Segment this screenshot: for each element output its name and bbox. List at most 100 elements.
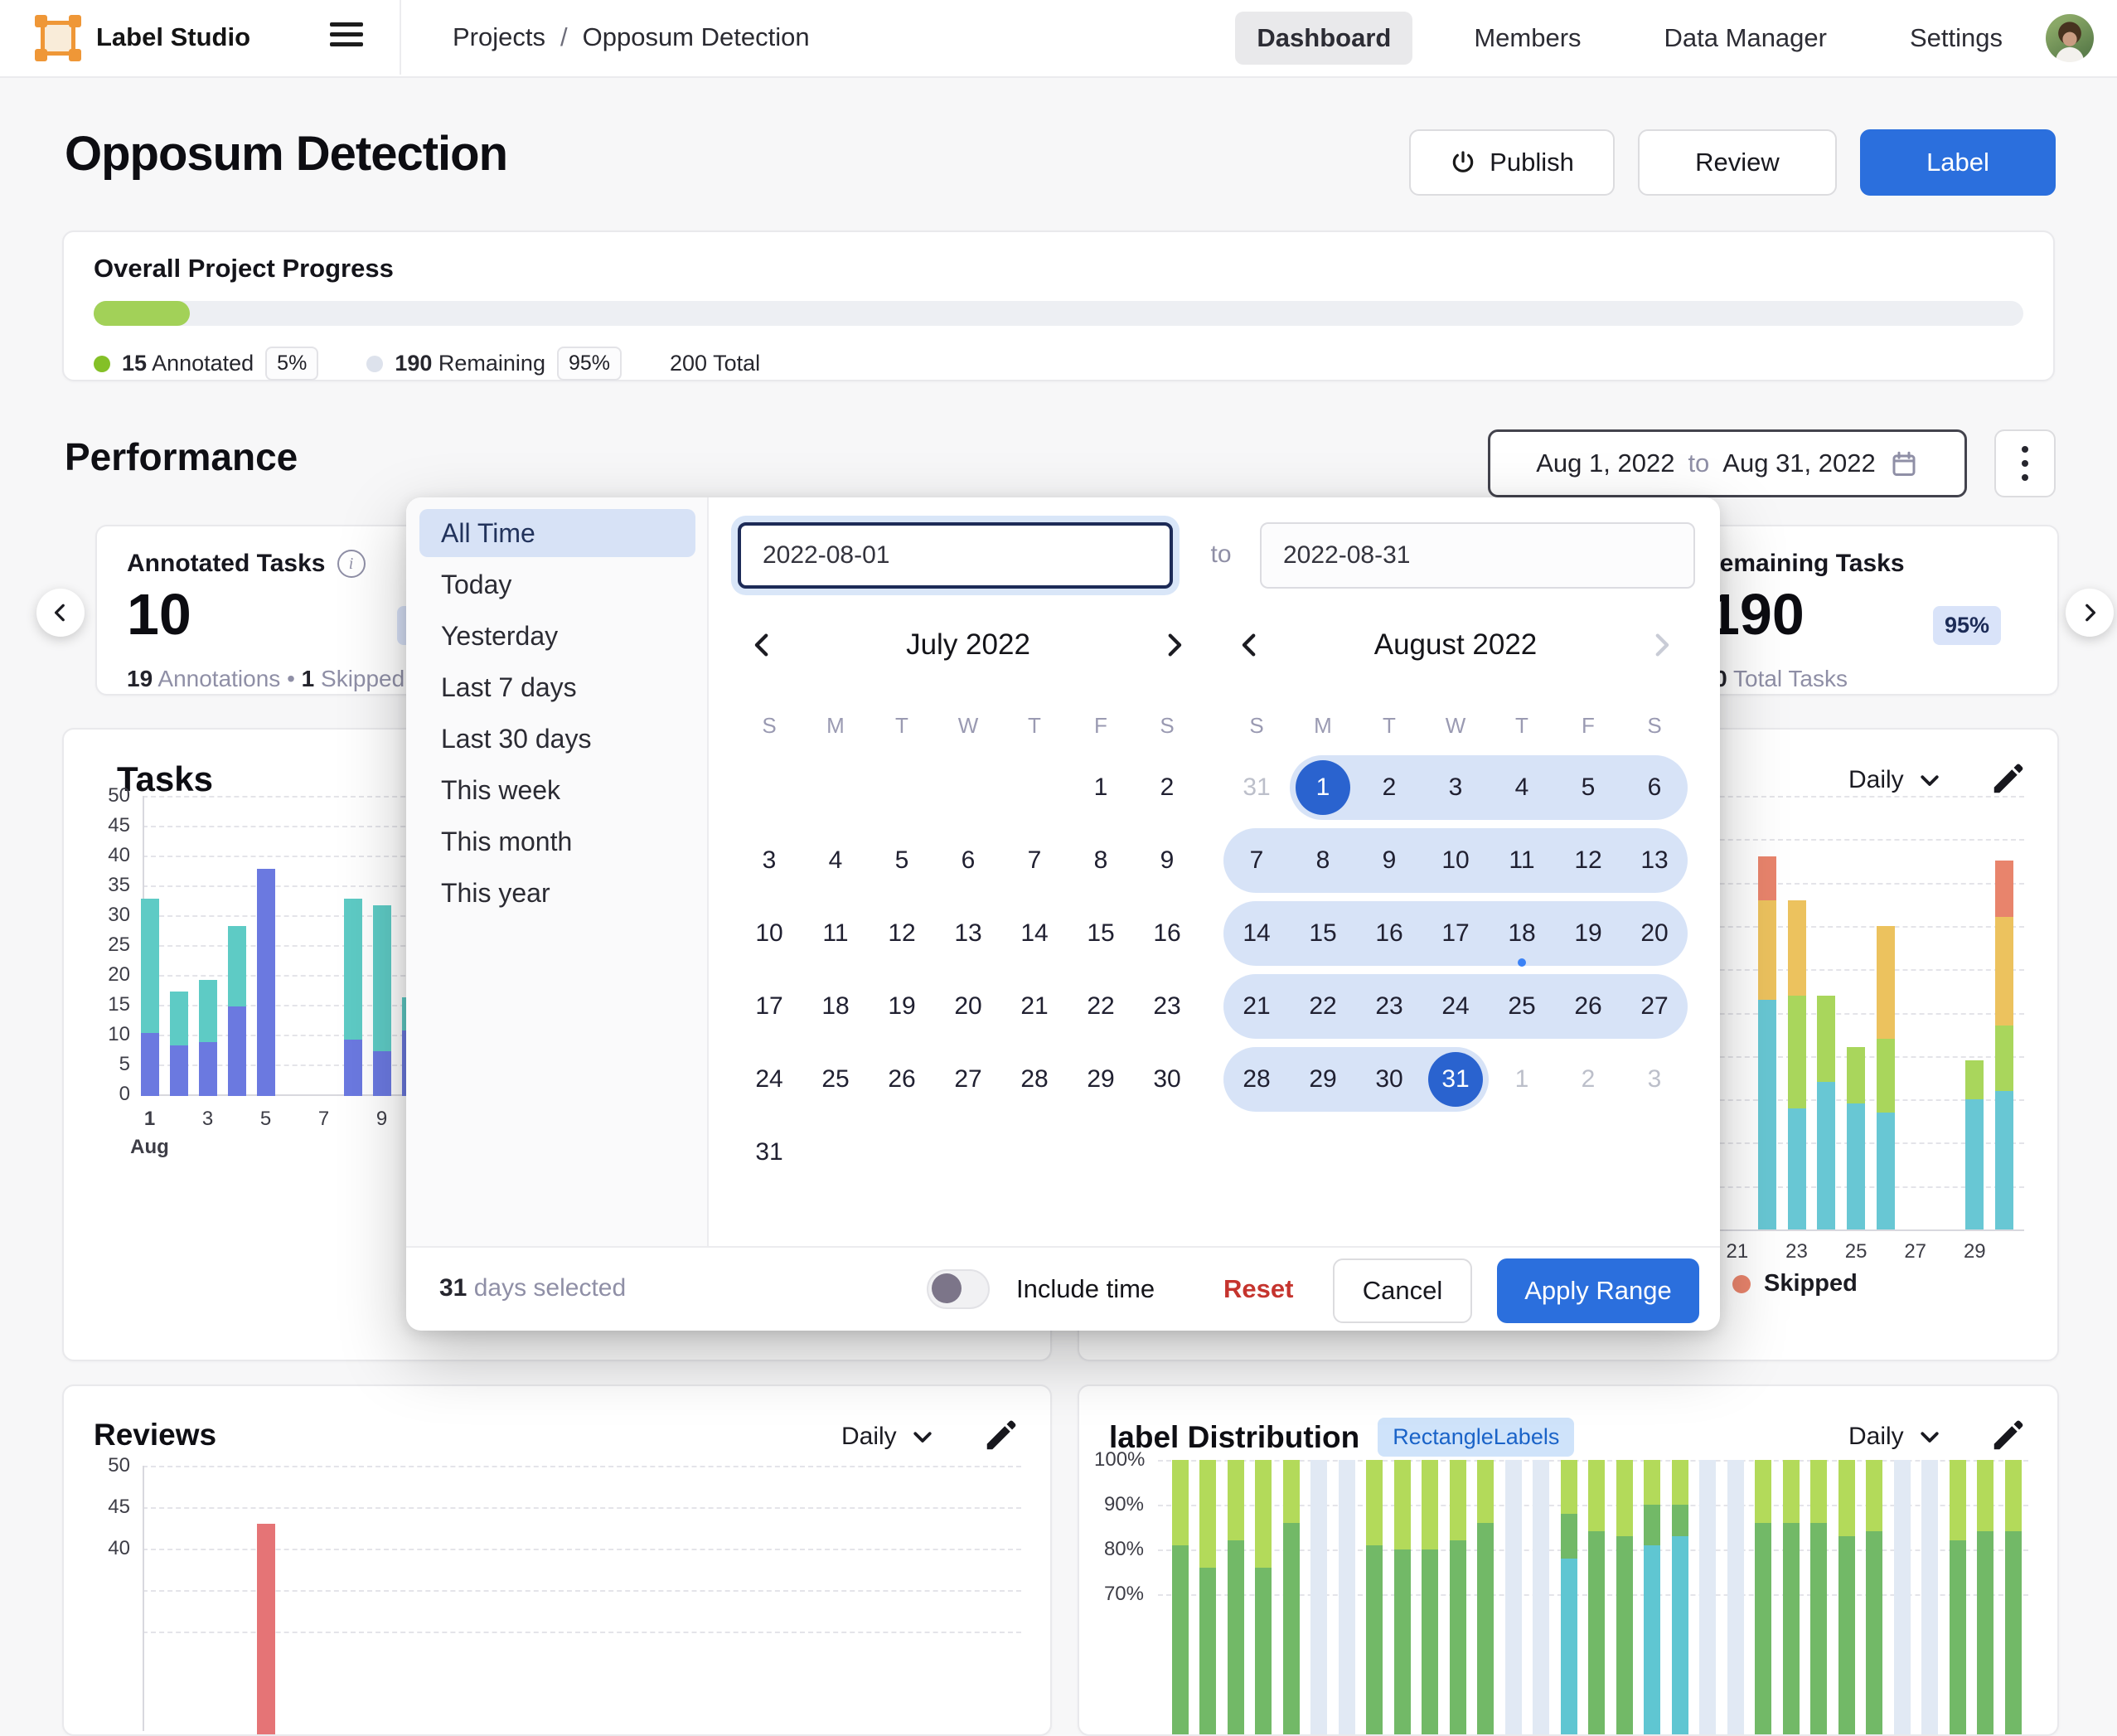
calendar-day-23[interactable]: 23	[1356, 970, 1422, 1043]
calendar-day-2[interactable]: 2	[1356, 751, 1422, 824]
calendar-day-26[interactable]: 26	[1555, 970, 1621, 1043]
calendar-day-31[interactable]: 31	[1422, 1043, 1489, 1116]
calendar-day-7[interactable]: 7	[1223, 824, 1290, 897]
include-time-toggle[interactable]	[927, 1269, 990, 1309]
calendar-day-17[interactable]: 17	[1422, 897, 1489, 970]
nav-tab-data-manager[interactable]: Data Manager	[1643, 12, 1848, 65]
nav-tab-members[interactable]: Members	[1452, 12, 1602, 65]
calendar-day-20[interactable]: 20	[1621, 897, 1688, 970]
skipped-legend-label: Skipped	[1764, 1270, 1858, 1297]
preset-last-30-days[interactable]: Last 30 days	[419, 715, 695, 763]
calendar-day-27[interactable]: 27	[935, 1043, 1001, 1116]
calendar-day-12[interactable]: 12	[869, 897, 935, 970]
calendar-day-22[interactable]: 22	[1068, 970, 1134, 1043]
breadcrumb-projects[interactable]: Projects	[453, 22, 545, 52]
calendar-day-3[interactable]: 3	[736, 824, 802, 897]
calendar-day-9[interactable]: 9	[1356, 824, 1422, 897]
calendar-day-15[interactable]: 15	[1068, 897, 1134, 970]
calendar-day-6[interactable]: 6	[1621, 751, 1688, 824]
info-icon[interactable]: i	[337, 550, 366, 578]
label-distribution-card: label Distribution RectangleLabels Daily…	[1078, 1384, 2059, 1736]
calendar-day-20[interactable]: 20	[935, 970, 1001, 1043]
calendar-day-24[interactable]: 24	[1422, 970, 1489, 1043]
bar-day-5	[257, 1524, 275, 1734]
calendar-day-13[interactable]: 13	[935, 897, 1001, 970]
calendar-day-30[interactable]: 30	[1356, 1043, 1422, 1116]
hamburger-menu-icon[interactable]	[330, 22, 366, 54]
calendar-day-18[interactable]: 18	[1489, 897, 1555, 970]
calendar-day-14[interactable]: 14	[1223, 897, 1290, 970]
calendar-next-button[interactable]	[1643, 627, 1679, 663]
calendar-day-2[interactable]: 2	[1134, 751, 1200, 824]
preset-this-week[interactable]: This week	[419, 766, 695, 814]
calendar-day-25[interactable]: 25	[1489, 970, 1555, 1043]
calendar-day-19[interactable]: 19	[869, 970, 935, 1043]
date-range-control[interactable]: Aug 1, 2022 to Aug 31, 2022	[1488, 429, 1967, 497]
preset-yesterday[interactable]: Yesterday	[419, 612, 695, 660]
calendar-day-4[interactable]: 4	[802, 824, 869, 897]
calendar-day-26[interactable]: 26	[869, 1043, 935, 1116]
calendar-day-7[interactable]: 7	[1001, 824, 1068, 897]
calendar-day-13[interactable]: 13	[1621, 824, 1688, 897]
calendar-day-5[interactable]: 5	[1555, 751, 1621, 824]
calendar-day-1[interactable]: 1	[1068, 751, 1134, 824]
carousel-right-button[interactable]	[2066, 589, 2114, 637]
calendar-day-23[interactable]: 23	[1134, 970, 1200, 1043]
calendar-day-3[interactable]: 3	[1422, 751, 1489, 824]
calendar-day-16[interactable]: 16	[1134, 897, 1200, 970]
calendar-next-button[interactable]	[1155, 627, 1192, 663]
calendar-day-27[interactable]: 27	[1621, 970, 1688, 1043]
review-button[interactable]: Review	[1638, 129, 1837, 196]
calendar-day-10[interactable]: 10	[736, 897, 802, 970]
calendar-day-5[interactable]: 5	[869, 824, 935, 897]
calendar-day-25[interactable]: 25	[802, 1043, 869, 1116]
bar-day-24	[1810, 1523, 1827, 1734]
calendar-day-8[interactable]: 8	[1068, 824, 1134, 897]
cancel-button[interactable]: Cancel	[1333, 1258, 1472, 1323]
calendar-day-31[interactable]: 31	[736, 1116, 802, 1189]
calendar-day-14[interactable]: 14	[1001, 897, 1068, 970]
calendar-day-22[interactable]: 22	[1290, 970, 1356, 1043]
preset-this-year[interactable]: This year	[419, 869, 695, 917]
calendar-day-15[interactable]: 15	[1290, 897, 1356, 970]
nav-tab-dashboard[interactable]: Dashboard	[1235, 12, 1412, 65]
calendar-day-12[interactable]: 12	[1555, 824, 1621, 897]
calendar-day-16[interactable]: 16	[1356, 897, 1422, 970]
calendar-day-17[interactable]: 17	[736, 970, 802, 1043]
calendar-day-24[interactable]: 24	[736, 1043, 802, 1116]
calendar-day-10[interactable]: 10	[1422, 824, 1489, 897]
more-options-kebab-button[interactable]	[1994, 429, 2056, 497]
calendar-day-28[interactable]: 28	[1001, 1043, 1068, 1116]
calendar-day-29[interactable]: 29	[1290, 1043, 1356, 1116]
calendar-day-6[interactable]: 6	[935, 824, 1001, 897]
calendar-day-21[interactable]: 21	[1001, 970, 1068, 1043]
end-date-input[interactable]	[1260, 522, 1695, 589]
start-date-input[interactable]	[738, 522, 1173, 589]
calendar-day-11[interactable]: 11	[1489, 824, 1555, 897]
preset-this-month[interactable]: This month	[419, 817, 695, 866]
nav-tab-settings[interactable]: Settings	[1888, 12, 2024, 65]
apply-range-button[interactable]: Apply Range	[1497, 1258, 1699, 1323]
reset-link[interactable]: Reset	[1223, 1274, 1293, 1304]
preset-last-7-days[interactable]: Last 7 days	[419, 663, 695, 711]
calendar-day-28[interactable]: 28	[1223, 1043, 1290, 1116]
calendar-day-8[interactable]: 8	[1290, 824, 1356, 897]
calendar-day-1[interactable]: 1	[1290, 751, 1356, 824]
bar-day-30	[1977, 1460, 1993, 1531]
calendar-day-30[interactable]: 30	[1134, 1043, 1200, 1116]
calendar-day-29[interactable]: 29	[1068, 1043, 1134, 1116]
calendar-day-9[interactable]: 9	[1134, 824, 1200, 897]
preset-today[interactable]: Today	[419, 560, 695, 609]
publish-button[interactable]: Publish	[1409, 129, 1615, 196]
calendar-day-19[interactable]: 19	[1555, 897, 1621, 970]
calendar-day-11[interactable]: 11	[802, 897, 869, 970]
label-button[interactable]: Label	[1860, 129, 2056, 196]
user-avatar[interactable]	[2046, 14, 2094, 62]
bar-day-12	[1477, 1523, 1494, 1734]
calendar-day-4[interactable]: 4	[1489, 751, 1555, 824]
calendar-day-18[interactable]: 18	[802, 970, 869, 1043]
calendar-day-21[interactable]: 21	[1223, 970, 1290, 1043]
bar-day-26	[1866, 1460, 1882, 1531]
preset-all-time[interactable]: All Time	[419, 509, 695, 557]
carousel-left-button[interactable]	[36, 589, 85, 637]
